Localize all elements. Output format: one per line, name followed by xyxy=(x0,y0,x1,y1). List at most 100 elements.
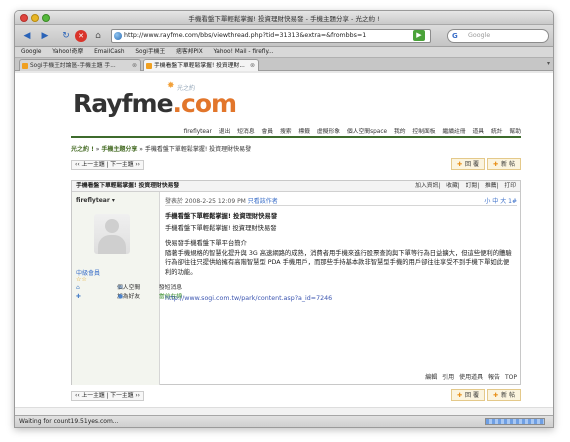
bookmark-item[interactable]: Yahoo!奇摩 xyxy=(52,49,83,55)
author-panel: fireflytear ▾ 中級會員 ☆☆ ⌂ 個人空間 ✉ 發短消息 ✚ 加為好友 xyxy=(72,192,183,385)
nav-item-space[interactable]: 個人空間space xyxy=(347,129,387,135)
nav-item-tools[interactable]: 道具 xyxy=(472,129,484,135)
site-favicon-icon xyxy=(114,32,122,40)
post-meta: 發表於 2008-2-25 12:09 PM 只看該作者 xyxy=(165,196,278,205)
stop-icon[interactable]: ✕ xyxy=(75,30,87,42)
edit-link[interactable]: 編輯 xyxy=(425,374,437,381)
thread-title: 手機看盤下單輕鬆掌握! 投資理財快易發 xyxy=(76,183,180,189)
bookmark-item[interactable]: 痞客邦PIX xyxy=(176,49,203,55)
reply-button-bottom[interactable]: ✚ 回 覆 xyxy=(451,389,485,401)
nav-item-control-panel[interactable]: 控制面板 xyxy=(412,129,435,135)
address-bar[interactable]: http://www.rayfme.com/bbs/viewthread.php… xyxy=(111,29,431,43)
quote-link[interactable]: 引用 xyxy=(442,374,454,381)
font-size-switcher[interactable]: 小 中 大 1# xyxy=(484,196,517,205)
thread-tool-favorite[interactable]: 收藏 xyxy=(446,183,458,189)
nav-item-register[interactable]: 繼續註冊 xyxy=(442,129,465,135)
thread-tool-subscribe[interactable]: 訂閱 xyxy=(466,183,478,189)
breadcrumb-separator: » xyxy=(95,146,100,153)
main-navigation: fireflytear 退出 短消息 會員 搜索 標籤 虛擬形象 個人空間spa… xyxy=(111,126,521,135)
forum-page: Rayfme.com ✸ 光之約 fireflytear 退出 短消息 會員 搜… xyxy=(51,73,521,417)
thread-pager-top[interactable]: ‹‹ 上一主題 | 下一主題 ›› xyxy=(71,160,144,170)
bookmark-item[interactable]: EmailCash xyxy=(94,49,124,55)
report-link[interactable]: 報告 xyxy=(488,374,500,381)
thread-tool-recommend[interactable]: 推薦 xyxy=(485,183,497,189)
tab-list-icon[interactable]: ▾ xyxy=(547,60,550,67)
nav-item-tags[interactable]: 標籤 xyxy=(298,129,310,135)
post-subtitle: 手機看盤下單輕鬆掌握! 投資理財快易發 xyxy=(165,225,277,232)
breadcrumb-home[interactable]: 光之約 ! xyxy=(71,146,94,153)
home-icon[interactable]: ⌂ xyxy=(91,29,105,43)
bookmark-item[interactable]: Yahoo! Mail - firefly... xyxy=(214,49,274,55)
reply-icon: ✚ xyxy=(457,392,463,399)
breadcrumb: 光之約 ! » 手機主題分享 » 手機看盤下單輕鬆掌握! 投資理財快易發 xyxy=(71,144,251,153)
online-status: ● 當前在線 xyxy=(117,294,183,300)
google-search-icon[interactable]: G xyxy=(452,32,458,41)
nav-item-members[interactable]: 會員 xyxy=(261,129,273,135)
use-tool-link[interactable]: 使用道具 xyxy=(459,374,483,381)
thread-pager-bottom[interactable]: ‹‹ 上一主題 | 下一主題 ›› xyxy=(71,391,144,401)
bookmark-item[interactable]: Sogi手機王 xyxy=(135,49,165,55)
top-link[interactable]: TOP xyxy=(505,374,517,381)
thread-container: 手機看盤下單輕鬆掌握! 投資理財快易發 加入資訊| 收藏| 訂閱| 推薦| 打印… xyxy=(71,180,521,385)
rank-stars-icon: ☆☆ xyxy=(76,276,87,283)
forward-arrow-icon[interactable]: ▶ xyxy=(37,29,53,43)
tab-close-icon[interactable]: ⊗ xyxy=(132,60,137,71)
author-links: ⌂ 個人空間 ✉ 發短消息 ✚ 加為好友 ● 當前在線 xyxy=(76,284,183,302)
nav-item-user[interactable]: fireflytear xyxy=(184,129,212,135)
loading-progress-bar xyxy=(485,418,545,425)
nav-item-my[interactable]: 我的 xyxy=(394,129,406,135)
tab-sogi[interactable]: Sogi手機王討論區-手機主題 手... ⊗ xyxy=(19,59,141,71)
nav-item-help[interactable]: 幫助 xyxy=(509,129,521,135)
logo-domain-text: .com xyxy=(172,89,238,118)
tab-label: 手機看盤下單輕鬆掌握! 投資理財... xyxy=(154,63,245,69)
nav-divider xyxy=(71,136,521,138)
envelope-icon: ✉ xyxy=(117,285,123,291)
only-author-link[interactable]: 只看該作者 xyxy=(248,198,278,205)
status-bar: Waiting for count19.51yes.com... xyxy=(15,415,553,427)
new-post-label: 新 帖 xyxy=(501,392,515,399)
address-url: http://www.rayfme.com/bbs/viewthread.php… xyxy=(124,32,367,39)
tab-favicon-icon xyxy=(22,63,28,69)
post-body: 快易發手機看盤下單平台簡介 隨著手機規格的智慧化提升與 3G 高速網路的成熟，消… xyxy=(165,239,515,277)
logo-main-text: Rayfme xyxy=(73,89,174,118)
add-friend-link[interactable]: ✚ 加為好友 xyxy=(76,293,140,302)
thread-header: 手機看盤下單輕鬆掌握! 投資理財快易發 加入資訊| 收藏| 訂閱| 推薦| 打印 xyxy=(72,181,520,192)
back-arrow-icon[interactable]: ◀ xyxy=(19,29,35,43)
nav-item-stats[interactable]: 統計 xyxy=(491,129,503,135)
post-floor: 1# xyxy=(508,198,517,205)
site-logo[interactable]: Rayfme.com xyxy=(73,89,238,118)
tab-close-icon[interactable]: ⊗ xyxy=(250,60,255,71)
thread-tool-info[interactable]: 加入資訊 xyxy=(415,183,438,189)
post-timestamp: 發表於 2008-2-25 12:09 PM xyxy=(165,198,246,205)
personal-space-link[interactable]: ⌂ 個人空間 xyxy=(76,284,140,293)
send-message-link[interactable]: ✉ 發短消息 xyxy=(117,284,182,293)
reply-button-top[interactable]: ✚ 回 覆 xyxy=(451,158,485,170)
new-post-icon: ✚ xyxy=(493,161,499,168)
search-input[interactable]: G Google xyxy=(447,29,549,43)
tab-label: Sogi手機王討論區-手機主題 手... xyxy=(30,63,116,69)
post-panel: 發表於 2008-2-25 12:09 PM 只看該作者 小 中 大 1# 手機… xyxy=(161,192,521,385)
post-title: 手機看盤下單輕鬆掌握! 投資理財快易發 xyxy=(165,213,278,220)
reply-icon: ✚ xyxy=(457,161,463,168)
nav-item-logout[interactable]: 退出 xyxy=(219,129,231,135)
logo-star-icon: ✸ xyxy=(167,81,175,91)
nav-item-search[interactable]: 搜索 xyxy=(280,129,292,135)
author-name[interactable]: fireflytear ▾ xyxy=(76,197,115,204)
reply-label: 回 覆 xyxy=(465,392,479,399)
go-arrow-icon[interactable]: ▶ xyxy=(413,30,425,41)
nav-item-messages[interactable]: 短消息 xyxy=(237,129,254,135)
status-text: Waiting for count19.51yes.com... xyxy=(19,418,119,425)
navigation-toolbar: ◀ ▶ ↻ ✕ ⌂ http://www.rayfme.com/bbs/view… xyxy=(15,25,553,47)
bookmark-item[interactable]: Google xyxy=(21,49,41,55)
tab-current-thread[interactable]: 手機看盤下單輕鬆掌握! 投資理財... ⊗ xyxy=(143,59,259,71)
thread-tools: 加入資訊| 收藏| 訂閱| 推薦| 打印 xyxy=(415,183,516,189)
new-post-button-bottom[interactable]: ✚ 新 帖 xyxy=(487,389,521,401)
reload-icon[interactable]: ↻ xyxy=(59,29,73,43)
search-placeholder: Google xyxy=(468,32,491,39)
thread-tool-print[interactable]: 打印 xyxy=(504,183,516,189)
post-source-link[interactable]: http://www.sogi.com.tw/park/content.asp?… xyxy=(165,295,332,302)
new-post-button-top[interactable]: ✚ 新 帖 xyxy=(487,158,521,170)
nav-item-avatar[interactable]: 虛擬形象 xyxy=(317,129,340,135)
new-post-label: 新 帖 xyxy=(501,161,515,168)
breadcrumb-forum[interactable]: 手機主題分享 xyxy=(101,146,137,153)
